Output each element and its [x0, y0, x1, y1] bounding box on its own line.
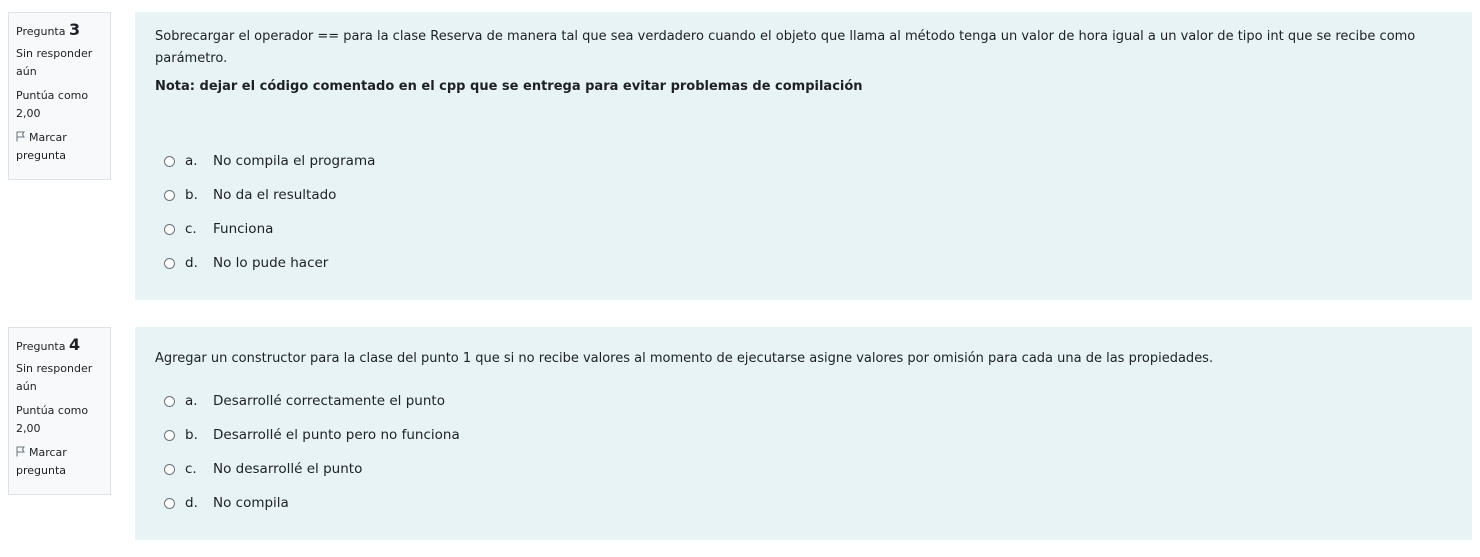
flag-question-button[interactable]: Marcar pregunta — [16, 444, 103, 480]
question-content: Agregar un constructor para la clase del… — [135, 327, 1472, 540]
answer-list: a. Desarrollé correctamente el punto b. … — [155, 384, 1452, 520]
flag-question-button[interactable]: Marcar pregunta — [16, 129, 103, 165]
question-3: Pregunta 3 Sin responder aún Puntúa como… — [0, 0, 1480, 310]
radio-unchecked-icon[interactable] — [164, 155, 175, 167]
answer-option-b[interactable]: b. No da el resultado — [155, 178, 1452, 212]
question-label: Pregunta — [16, 25, 66, 38]
question-number: Pregunta 3 — [16, 21, 103, 41]
question-text: Sobrecargar el operador == para la clase… — [155, 29, 1416, 66]
question-label: Pregunta — [16, 340, 66, 353]
question-state: Sin responder aún — [16, 362, 93, 393]
flag-icon — [16, 446, 25, 457]
answer-letter: d. — [185, 255, 198, 271]
answer-text[interactable]: Desarrollé el punto pero no funciona — [213, 427, 460, 443]
radio-unchecked-icon[interactable] — [164, 463, 175, 475]
question-text: Agregar un constructor para la clase del… — [155, 351, 1214, 366]
answer-option-c[interactable]: c. No desarrollé el punto — [155, 452, 1452, 486]
question-info: Pregunta 4 Sin responder aún Puntúa como… — [8, 327, 111, 495]
answer-option-a[interactable]: a. No compila el programa — [155, 144, 1452, 178]
answer-letter: a. — [185, 153, 198, 169]
answer-option-d[interactable]: d. No lo pude hacer — [155, 246, 1452, 280]
answer-text[interactable]: Desarrollé correctamente el punto — [213, 393, 445, 409]
answer-text[interactable]: Funciona — [213, 221, 273, 237]
question-content: Sobrecargar el operador == para la clase… — [135, 12, 1472, 300]
radio-unchecked-icon[interactable] — [164, 223, 175, 235]
answer-letter: c. — [185, 461, 197, 477]
question-grade: Puntúa como 2,00 — [16, 89, 89, 120]
question-4: Pregunta 4 Sin responder aún Puntúa como… — [0, 320, 1480, 557]
radio-unchecked-icon[interactable] — [164, 497, 175, 509]
answer-text[interactable]: No compila — [213, 495, 289, 511]
question-state: Sin responder aún — [16, 47, 93, 78]
radio-unchecked-icon[interactable] — [164, 257, 175, 269]
answer-letter: a. — [185, 393, 198, 409]
question-grade: Puntúa como 2,00 — [16, 404, 89, 435]
flag-icon — [16, 131, 25, 142]
answer-letter: d. — [185, 495, 198, 511]
answer-text[interactable]: No desarrollé el punto — [213, 461, 362, 477]
radio-unchecked-icon[interactable] — [164, 189, 175, 201]
question-number: Pregunta 4 — [16, 336, 103, 356]
answer-letter: b. — [185, 427, 198, 443]
answer-option-d[interactable]: d. No compila — [155, 486, 1452, 520]
answer-list: a. No compila el programa b. No da el re… — [155, 144, 1452, 280]
answer-option-a[interactable]: a. Desarrollé correctamente el punto — [155, 384, 1452, 418]
question-info: Pregunta 3 Sin responder aún Puntúa como… — [8, 12, 111, 180]
question-number-value: 4 — [68, 335, 81, 354]
answer-text[interactable]: No compila el programa — [213, 153, 375, 169]
answer-option-b[interactable]: b. Desarrollé el punto pero no funciona — [155, 418, 1452, 452]
answer-option-c[interactable]: c. Funciona — [155, 212, 1452, 246]
answer-letter: b. — [185, 187, 198, 203]
question-number-value: 3 — [68, 20, 81, 39]
radio-unchecked-icon[interactable] — [164, 395, 175, 407]
question-note: Nota: dejar el código comentado en el cp… — [155, 79, 863, 94]
answer-text[interactable]: No lo pude hacer — [213, 255, 328, 271]
answer-letter: c. — [185, 221, 197, 237]
radio-unchecked-icon[interactable] — [164, 429, 175, 441]
answer-text[interactable]: No da el resultado — [213, 187, 336, 203]
